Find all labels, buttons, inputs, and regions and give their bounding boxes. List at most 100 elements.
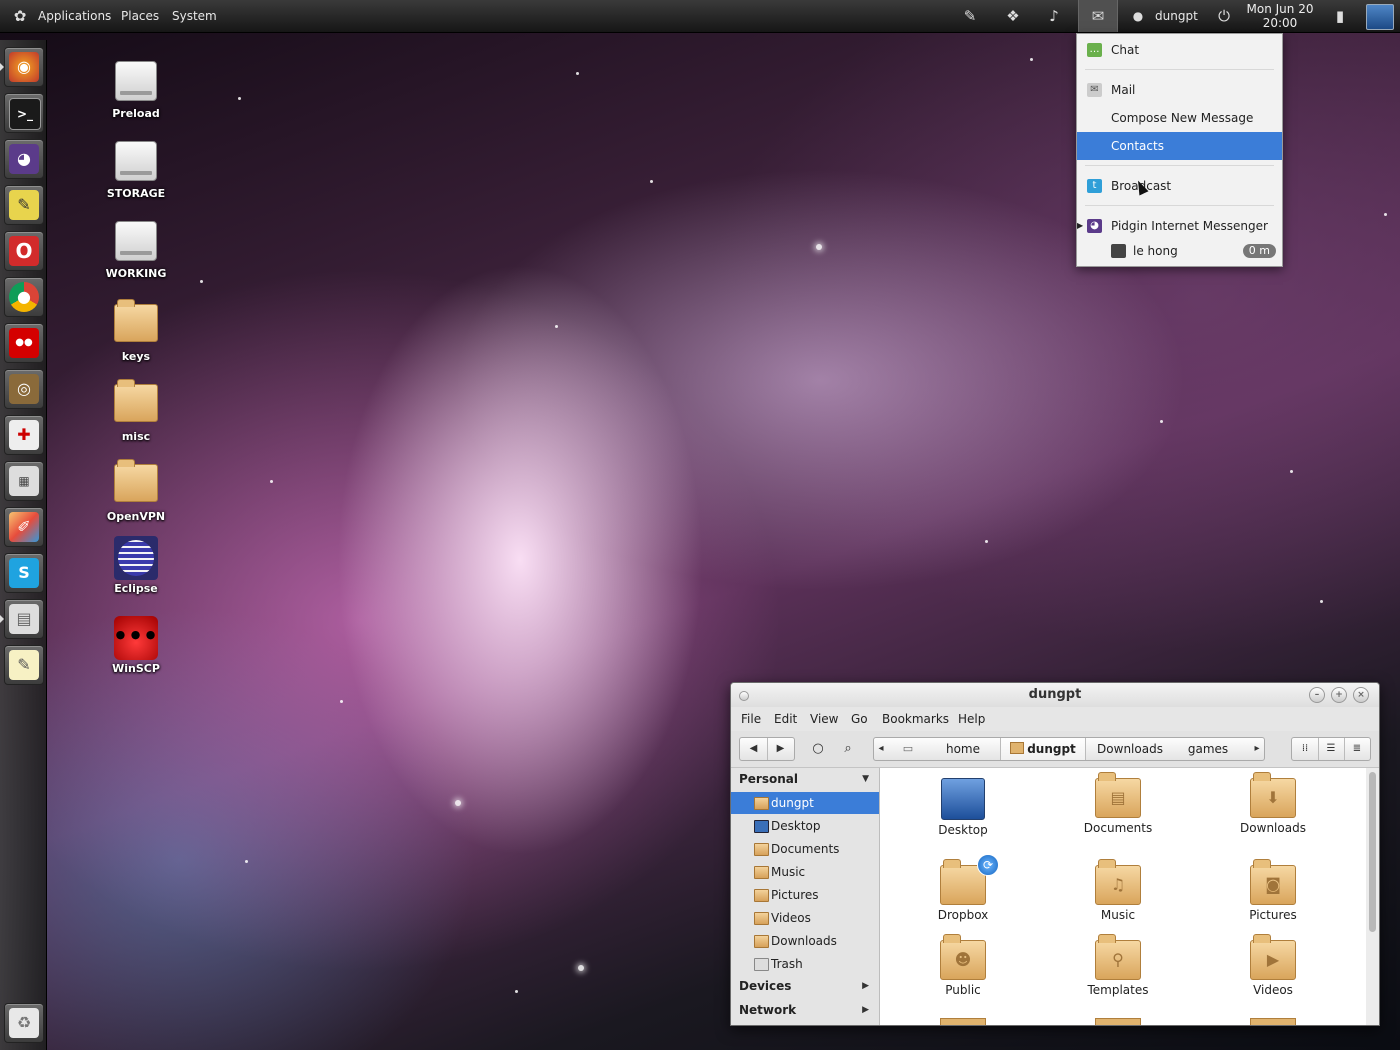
system-tool-launcher[interactable]: ✚ [4, 415, 44, 455]
running-indicator [0, 63, 4, 71]
menu-item-label: Pidgin Internet Messenger [1111, 219, 1268, 233]
menu-edit[interactable]: Edit [774, 707, 797, 731]
crumb-downloads[interactable]: Downloads [1088, 738, 1172, 760]
clock[interactable]: Mon Jun 20 20:00 [1244, 2, 1316, 30]
menu-item-chat[interactable]: … Chat [1077, 36, 1282, 64]
window-titlebar[interactable]: dungpt – + × [731, 683, 1379, 707]
crumb-scroll-right-icon[interactable]: ▸ [1250, 738, 1264, 760]
chrome-launcher[interactable]: ● [4, 277, 44, 317]
window-menu-icon[interactable] [739, 691, 749, 701]
user-name[interactable]: dungpt [1155, 0, 1198, 32]
firefox-launcher[interactable]: ◉ [4, 47, 44, 87]
desktop-icon-storage[interactable]: STORAGE [96, 138, 176, 200]
volume-icon[interactable]: ♪ [1044, 6, 1064, 26]
crumb-scroll-left-icon[interactable]: ◂ [874, 738, 888, 760]
grid-item-videos[interactable]: ▶ Videos [1218, 934, 1328, 997]
desktop-icon-keys[interactable]: keys [96, 298, 176, 363]
sidebar-item-downloads[interactable]: Downloads [731, 930, 879, 952]
speaker-launcher[interactable]: ◎ [4, 369, 44, 409]
grid-item-music[interactable]: ♫ Music [1063, 859, 1173, 922]
close-icon[interactable]: × [1353, 687, 1369, 703]
desktop-icon-working[interactable]: WORKING [96, 218, 176, 280]
menu-item-compose[interactable]: Compose New Message [1077, 104, 1282, 132]
menu-bookmarks[interactable]: Bookmarks [882, 707, 949, 731]
sidebar-item-trash[interactable]: Trash [731, 953, 879, 975]
pidgin-launcher[interactable]: ◕ [4, 139, 44, 179]
menu-item-broadcast[interactable]: t Broadcast [1077, 172, 1282, 200]
signal-icon[interactable]: ▮ [1330, 6, 1350, 26]
desktop-icon-winscp[interactable]: WinSCP [96, 616, 176, 675]
forward-icon[interactable]: ▶ [767, 738, 794, 760]
grid-item-downloads[interactable]: ⬇ Downloads [1218, 772, 1328, 835]
desktop-icon-openvpn[interactable]: OpenVPN [96, 458, 176, 523]
scrollbar[interactable] [1366, 768, 1379, 1025]
pin-icon[interactable]: ✎ [960, 6, 980, 26]
sidebar-section-devices[interactable]: Devices ▶ [739, 976, 869, 996]
menu-view[interactable]: View [810, 707, 838, 731]
sidebar-section-personal[interactable]: Personal ▼ [739, 769, 869, 789]
crumb-games[interactable]: games [1172, 738, 1244, 760]
grid-item-public[interactable]: ☻ Public [908, 934, 1018, 997]
grid-item-pictures[interactable]: ◙ Pictures [1218, 859, 1328, 922]
compact-view-icon[interactable]: ≣ [1344, 738, 1370, 760]
menu-item-label: Chat [1111, 43, 1140, 57]
desktop-icon-eclipse[interactable]: Eclipse [96, 536, 176, 595]
notepad-launcher[interactable]: ✎ [4, 645, 44, 685]
desktop-icon-misc[interactable]: misc [96, 378, 176, 443]
menu-file[interactable]: File [741, 707, 761, 731]
grid-item-desktop[interactable]: Desktop [908, 778, 1018, 837]
menu-item-pidgin[interactable]: ▶ ◕ Pidgin Internet Messenger [1077, 212, 1282, 240]
chat-status-icon[interactable]: ● [1128, 6, 1148, 26]
sidebar-item-dungpt[interactable]: dungpt [731, 792, 879, 814]
paint-launcher[interactable]: ✐ [4, 507, 44, 547]
reload-icon[interactable]: ○ [809, 738, 827, 760]
applications-menu[interactable]: Applications [38, 0, 111, 32]
places-menu[interactable]: Places [121, 0, 159, 32]
sidebar-item-videos[interactable]: Videos [731, 907, 879, 929]
sidebar-section-network[interactable]: Network ▶ [739, 1000, 869, 1020]
dropbox-folder-icon: ⟳ [940, 854, 999, 905]
gnome-foot-icon[interactable]: ✿ [10, 6, 30, 26]
desktop-icon-preload[interactable]: Preload [96, 58, 176, 120]
pictures-folder-icon [754, 889, 769, 902]
crumb-home[interactable]: home [926, 738, 1000, 760]
system-menu[interactable]: System [172, 0, 217, 32]
mail-icon: ✉ [1087, 83, 1102, 97]
back-icon[interactable]: ◀ [740, 738, 768, 760]
ladybug-launcher[interactable]: ●● [4, 323, 44, 363]
workspace-icon[interactable] [1366, 4, 1394, 30]
icon-view-icon[interactable]: ⁞⁞ [1292, 738, 1319, 760]
minimize-icon[interactable]: – [1309, 687, 1325, 703]
menu-item-contact-le-hong[interactable]: le hong 0 m [1077, 237, 1282, 265]
terminal-launcher[interactable]: >_ [4, 93, 44, 133]
file-cabinet-launcher[interactable]: ▤ [4, 599, 44, 639]
sidebar-item-pictures[interactable]: Pictures [731, 884, 879, 906]
opera-launcher[interactable]: O [4, 231, 44, 271]
dropbox-icon[interactable]: ❖ [1003, 6, 1023, 26]
calculator-launcher[interactable]: ▦ [4, 461, 44, 501]
sidebar-item-music[interactable]: Music [731, 861, 879, 883]
grid-item-templates[interactable]: ⚲ Templates [1063, 934, 1173, 997]
sidebar-item-label: Pictures [771, 888, 819, 902]
sidebar-item-documents[interactable]: Documents [731, 838, 879, 860]
trash-launcher[interactable]: ♻ [4, 1003, 44, 1043]
menu-item-mail[interactable]: ✉ Mail [1077, 76, 1282, 104]
sidebar-item-desktop[interactable]: Desktop [731, 815, 879, 837]
drive-icon[interactable]: ▭ [898, 738, 918, 760]
grid-item-dropbox[interactable]: ⟳ Dropbox [908, 854, 1018, 922]
text-editor-launcher[interactable]: ✎ [4, 185, 44, 225]
mail-indicator[interactable]: ✉ [1078, 0, 1118, 32]
grid-item-documents[interactable]: ▤ Documents [1063, 772, 1173, 835]
folder-icon [1095, 1018, 1141, 1025]
menu-help[interactable]: Help [958, 707, 985, 731]
broadcast-icon: t [1087, 179, 1102, 193]
scrollbar-thumb[interactable] [1369, 772, 1376, 932]
power-icon[interactable]: ⏻ [1214, 6, 1234, 26]
maximize-icon[interactable]: + [1331, 687, 1347, 703]
crumb-dungpt[interactable]: dungpt [1000, 738, 1086, 760]
list-view-icon[interactable]: ☰ [1318, 738, 1345, 760]
menu-item-contacts[interactable]: Contacts [1077, 132, 1282, 160]
skype-launcher[interactable]: S [4, 553, 44, 593]
menu-go[interactable]: Go [851, 707, 868, 731]
search-icon[interactable]: ⌕ [839, 738, 857, 760]
